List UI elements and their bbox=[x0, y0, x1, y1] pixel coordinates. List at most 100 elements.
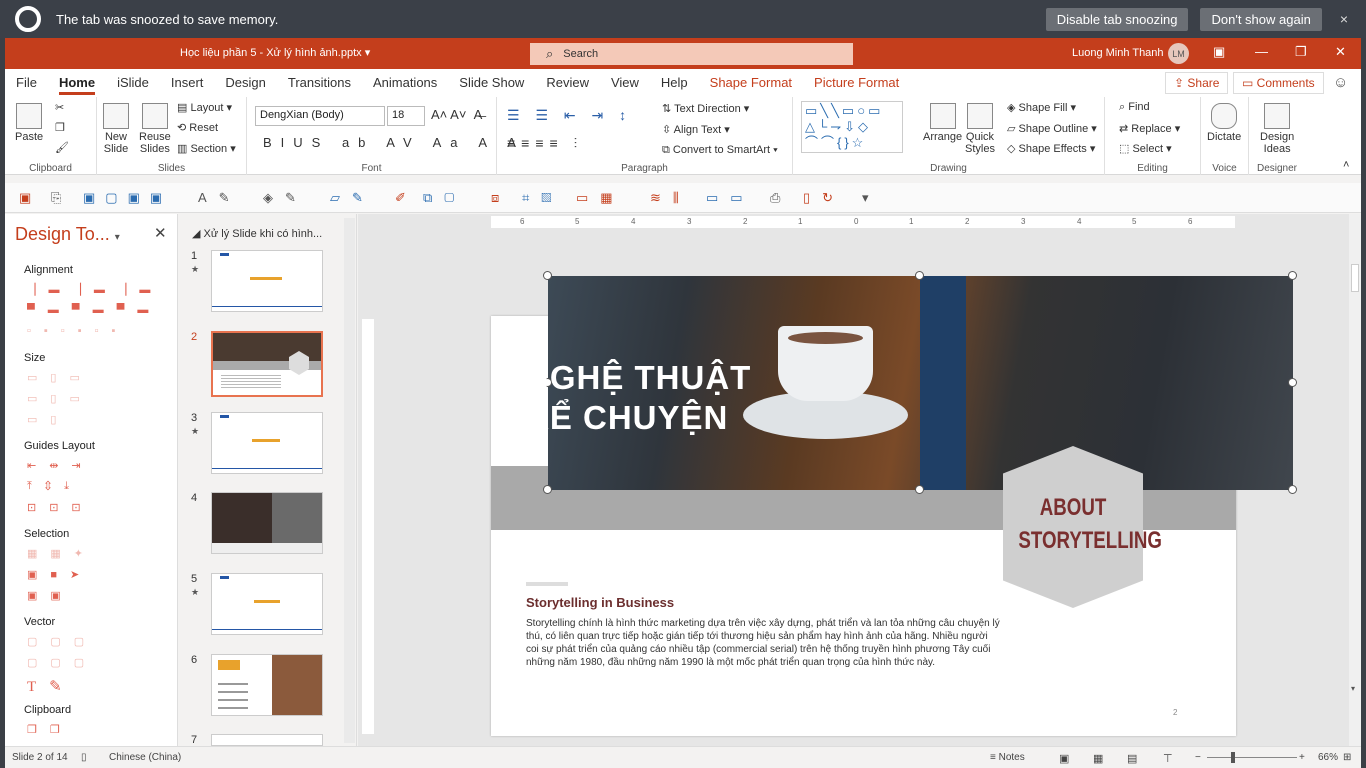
accessibility-icon[interactable]: ▯ bbox=[81, 752, 87, 763]
reading-view-icon[interactable]: ▤ bbox=[1127, 752, 1137, 765]
share-button[interactable]: ⇪ Share bbox=[1165, 72, 1229, 94]
align-text-button[interactable]: ⇳ Align Text ▾ bbox=[662, 123, 730, 136]
resize-handle-b[interactable] bbox=[915, 485, 924, 494]
zoom-level[interactable]: 66% bbox=[1318, 752, 1338, 763]
slide-thumbnail-7[interactable] bbox=[211, 734, 323, 746]
tab-review[interactable]: Review bbox=[535, 69, 600, 97]
toolbar-line-icons[interactable]: ▱✎ bbox=[330, 190, 375, 206]
scroll-thumb[interactable] bbox=[1351, 264, 1359, 292]
maximize-icon[interactable]: ❐ bbox=[1295, 44, 1307, 60]
format-painter-icon[interactable]: 🖌 bbox=[55, 141, 69, 154]
size-icons-row2[interactable]: ▭▯▭ bbox=[27, 392, 93, 405]
normal-view-icon[interactable]: ▣ bbox=[1059, 752, 1069, 765]
tab-animations[interactable]: Animations bbox=[362, 69, 448, 97]
arrange-button[interactable]: Arrange bbox=[923, 103, 962, 143]
tab-islide[interactable]: iSlide bbox=[106, 69, 160, 97]
scroll-down-icon[interactable]: ▾ bbox=[1351, 684, 1355, 693]
quick-styles-button[interactable]: Quick Styles bbox=[965, 103, 995, 155]
user-name[interactable]: Luong Minh Thanh bbox=[1072, 47, 1164, 59]
tab-help[interactable]: Help bbox=[650, 69, 699, 97]
select-button[interactable]: ⬚ Select ▾ bbox=[1119, 142, 1172, 155]
toolbar-customize-icon[interactable]: ▾ bbox=[862, 190, 869, 206]
pane-close-icon[interactable]: ✕ bbox=[154, 224, 167, 242]
section-header[interactable]: ◢ Xử lý Slide khi có hình... bbox=[192, 227, 322, 240]
shape-outline-button[interactable]: ▱ Shape Outline ▾ bbox=[1007, 122, 1097, 135]
shape-fill-button[interactable]: ◈ Shape Fill ▾ bbox=[1007, 101, 1076, 114]
new-slide-button[interactable]: New Slide bbox=[103, 103, 129, 155]
shape-effects-button[interactable]: ◇ Shape Effects ▾ bbox=[1007, 142, 1095, 155]
resize-handle-tr[interactable] bbox=[1288, 271, 1297, 280]
slide-thumbnail-6[interactable] bbox=[211, 654, 323, 716]
vector-icons-row2[interactable]: ▢▢▢ bbox=[27, 656, 97, 669]
language-status[interactable]: Chinese (China) bbox=[109, 752, 181, 763]
tab-slide-show[interactable]: Slide Show bbox=[448, 69, 535, 97]
notes-button[interactable]: ≡ Notes bbox=[990, 752, 1025, 763]
selection-icons-row2[interactable]: ▣■➤ bbox=[27, 568, 92, 581]
slide-headline[interactable]: NGHỆ THUẬT KỂ CHUYỆN bbox=[525, 358, 845, 438]
alignment-icons[interactable]: ≡≡≡≡ ⫶ bbox=[507, 135, 583, 152]
font-format-icons[interactable]: BIUS ab AV Aa A A bbox=[263, 135, 525, 150]
thumbnail-scrollbar[interactable] bbox=[344, 218, 355, 743]
tab-insert[interactable]: Insert bbox=[160, 69, 215, 97]
toolbar-layer-icons[interactable]: ≋⫼ bbox=[650, 190, 691, 206]
about-storytelling-text[interactable]: ABOUT STORYTELLING bbox=[1018, 491, 1162, 557]
slide-thumbnail-3[interactable] bbox=[211, 412, 323, 474]
font-name-combo[interactable]: DengXian (Body) bbox=[255, 106, 385, 126]
toolbar-fill-icons[interactable]: ◈✎ bbox=[263, 190, 308, 206]
zoom-slider-thumb[interactable] bbox=[1231, 752, 1235, 763]
size-icons-row3[interactable]: ▭▯ bbox=[27, 413, 69, 426]
zoom-in-icon[interactable]: + bbox=[1299, 752, 1305, 763]
slide-body-text[interactable]: Storytelling chính là hình thức marketin… bbox=[526, 617, 1001, 669]
reuse-slides-button[interactable]: Reuse Slides bbox=[139, 103, 171, 155]
tab-design[interactable]: Design bbox=[214, 69, 276, 97]
guides-icons-row3[interactable]: ⊡⊡⊡ bbox=[27, 501, 94, 514]
text-direction-button[interactable]: ⇅ Text Direction ▾ bbox=[662, 102, 749, 115]
toolbar-export-icon[interactable]: ⎙ bbox=[770, 190, 780, 206]
slide-thumbnail-4[interactable] bbox=[211, 492, 323, 554]
vector-icons-row3[interactable]: T✎ bbox=[27, 677, 75, 696]
feedback-smiley-icon[interactable]: ☺ bbox=[1333, 74, 1348, 91]
size-icons-row1[interactable]: ▭▯▭ bbox=[27, 371, 93, 384]
guides-icons-row1[interactable]: ⇤⇹⇥ bbox=[27, 459, 94, 472]
list-icons[interactable]: ☰ ☰ ⇤ ⇥ ↕ bbox=[507, 107, 632, 124]
paste-button[interactable]: Paste bbox=[15, 103, 43, 143]
find-button[interactable]: ⌕ Find bbox=[1119, 101, 1150, 114]
ribbon-display-icon[interactable]: ▣ bbox=[1213, 44, 1225, 60]
layout-button[interactable]: ▤ Layout ▾ bbox=[177, 101, 232, 114]
section-button[interactable]: ▥ Section ▾ bbox=[177, 142, 236, 155]
avatar[interactable]: LM bbox=[1168, 43, 1189, 64]
toolbar-effect-icons[interactable]: ⧉▢ bbox=[423, 190, 466, 206]
resize-handle-r[interactable] bbox=[1288, 378, 1297, 387]
resize-handle-br[interactable] bbox=[1288, 485, 1297, 494]
minimize-icon[interactable]: — bbox=[1255, 44, 1268, 59]
toolbar-crop-icons[interactable]: ⌗▧ bbox=[522, 190, 563, 206]
collapse-ribbon-icon[interactable]: ˄ bbox=[1343, 159, 1349, 171]
convert-smartart-button[interactable]: ⧉ Convert to SmartArt ▾ bbox=[662, 144, 778, 157]
slide-2[interactable]: NGHỆ THUẬT KỂ CHUYỆN ABOUT STORYTELLING St… bbox=[491, 271, 1297, 736]
zoom-out-icon[interactable]: − bbox=[1195, 752, 1201, 763]
editor-scrollbar[interactable]: ▾ bbox=[1349, 214, 1361, 746]
document-title[interactable]: Học liệu phần 5 - Xử lý hình ảnh.pptx ▾ bbox=[180, 46, 370, 59]
font-size-tools-icon[interactable]: A˄ A˅ A̶ bbox=[431, 107, 482, 122]
shapes-gallery[interactable]: ▭╲╲▭○▭ △└⇁⇩◇ ⌒⌒{}☆ bbox=[801, 101, 903, 153]
zoom-slider[interactable] bbox=[1207, 757, 1297, 758]
slide-thumbnail-1[interactable] bbox=[211, 250, 323, 312]
toolbar-merge-icon[interactable]: ⧈ bbox=[491, 190, 499, 206]
vector-icons-row1[interactable]: ▢▢▢ bbox=[27, 635, 97, 648]
comments-button[interactable]: ▭ Comments bbox=[1233, 72, 1324, 94]
toolbar-text-icons[interactable]: A✎ bbox=[198, 190, 242, 206]
resize-handle-bl[interactable] bbox=[543, 485, 552, 494]
selection-icons-row1[interactable]: ▦▦✦ bbox=[27, 547, 96, 560]
slide-subheading[interactable]: Storytelling in Business bbox=[526, 595, 674, 610]
guides-icons-row2[interactable]: ⤒⇳⤓ bbox=[27, 480, 82, 493]
window-close-icon[interactable]: ✕ bbox=[1335, 44, 1346, 60]
selection-icons-row3[interactable]: ▣▣ bbox=[27, 589, 74, 602]
fit-slide-icon[interactable]: ⊞ bbox=[1343, 752, 1351, 763]
disable-tab-snoozing-button[interactable]: Disable tab snoozing bbox=[1045, 7, 1189, 31]
design-ideas-button[interactable]: Design Ideas bbox=[1260, 103, 1294, 155]
align-icons-row3[interactable]: ▫▪▫▪▫▪ bbox=[27, 325, 128, 337]
close-icon[interactable]: × bbox=[1340, 11, 1348, 27]
toolbar-table-icons[interactable]: ▭▦ bbox=[576, 190, 625, 206]
search-box[interactable]: ⌕ Search bbox=[530, 43, 853, 65]
toolbar-eyedropper-icon[interactable]: ✐ bbox=[395, 190, 406, 206]
